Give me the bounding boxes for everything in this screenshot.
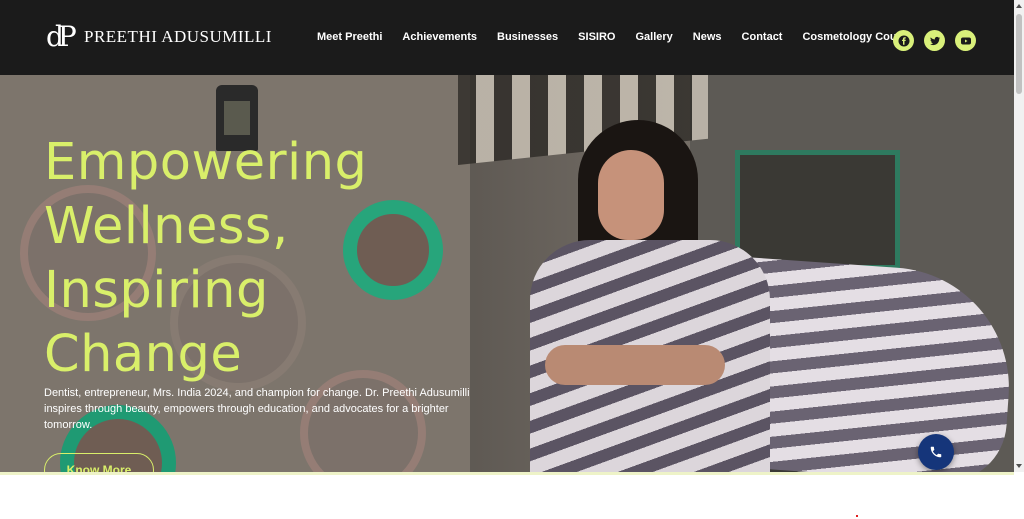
hero-title-line: Empowering <box>44 133 368 192</box>
scroll-thumb[interactable] <box>1016 14 1022 94</box>
hero-title-line: Wellness, <box>44 197 289 256</box>
nav-businesses[interactable]: Businesses <box>497 31 558 43</box>
hero-title: Empowering Wellness, Inspiring Change <box>44 131 367 387</box>
hero-title-line: Change <box>44 325 243 384</box>
logo-text: PREETHI ADUSUMILLI <box>84 27 272 46</box>
scroll-down-arrow-icon[interactable] <box>1016 464 1022 468</box>
facebook-icon[interactable] <box>893 30 914 51</box>
nav-news[interactable]: News <box>693 31 722 43</box>
portrait-arms <box>545 345 725 385</box>
twitter-icon[interactable] <box>924 30 945 51</box>
phone-call-button[interactable] <box>918 434 954 470</box>
nav-contact[interactable]: Contact <box>742 31 783 43</box>
youtube-icon[interactable] <box>955 30 976 51</box>
portrait-face <box>598 150 664 240</box>
social-links <box>893 30 976 51</box>
hero-title-line: Inspiring <box>44 261 269 320</box>
logo-monogram: dP <box>46 20 77 53</box>
know-more-button[interactable]: Know More <box>44 453 154 472</box>
main-nav: Meet Preethi Achievements Businesses SIS… <box>317 31 933 43</box>
nav-achievements[interactable]: Achievements <box>402 31 477 43</box>
nav-sisiro[interactable]: SISIRO <box>578 31 615 43</box>
page-scrollbar[interactable] <box>1014 0 1024 472</box>
site-header: dP PREETHI ADUSUMILLI Meet Preethi Achie… <box>0 0 1014 75</box>
phone-icon <box>930 446 942 458</box>
hero-divider <box>0 472 1014 475</box>
decorative-dot <box>856 515 858 517</box>
scroll-up-arrow-icon[interactable] <box>1016 4 1022 8</box>
nav-gallery[interactable]: Gallery <box>635 31 672 43</box>
nav-meet-preethi[interactable]: Meet Preethi <box>317 31 382 43</box>
site-logo[interactable]: dP PREETHI ADUSUMILLI <box>46 22 272 52</box>
hero-section: Empowering Wellness, Inspiring Change De… <box>0 75 1014 472</box>
hero-description: Dentist, entrepreneur, Mrs. India 2024, … <box>44 387 470 431</box>
